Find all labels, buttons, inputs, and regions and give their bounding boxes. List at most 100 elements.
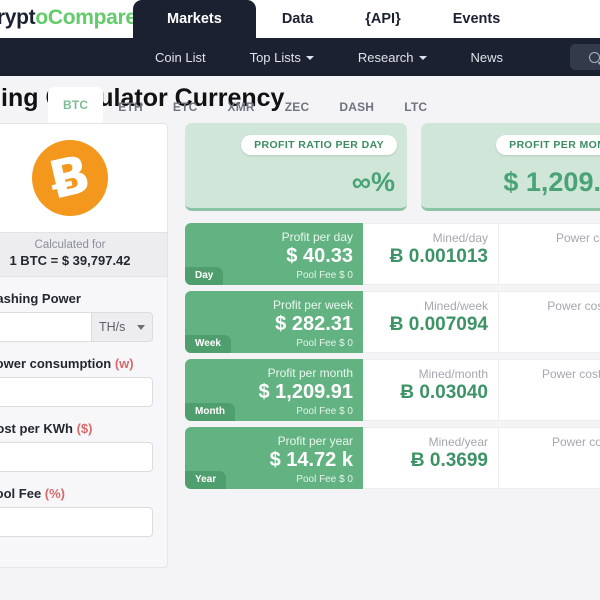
subnav-item-top-lists[interactable]: Top Lists <box>228 50 336 65</box>
chevron-down-icon <box>305 56 314 60</box>
mined-value: Ƀ 0.3699 <box>410 450 488 471</box>
coin-logo-card: Ƀ <box>0 123 168 233</box>
table-row: Profit per year $ 14.72 k Pool Fee $ 0 Y… <box>185 427 600 489</box>
profit-ratio-per-day-card: PROFIT RATIO PER DAY ∞% <box>185 123 407 211</box>
profit-value: $ 14.72 k <box>269 449 353 471</box>
pool-fee-value: Pool Fee $ 0 <box>296 270 353 281</box>
profit-value: $ 40.33 <box>286 245 353 267</box>
profit-cell-week: Profit per week $ 282.31 Pool Fee $ 0 We… <box>185 291 363 353</box>
subnav-item-news[interactable]: News <box>449 50 526 65</box>
power-consumption-text: Power consumption <box>0 356 112 371</box>
logo-highlight: oCompare <box>35 6 137 29</box>
period-badge-day: Day <box>185 267 224 285</box>
mined-value: Ƀ 0.001013 <box>389 246 488 267</box>
pool-fee-label: Pool Fee (%) <box>0 486 153 501</box>
power-consumption-label: Power consumption (w) <box>0 356 153 371</box>
search-input[interactable] <box>570 44 600 70</box>
cost-per-kwh-text: Cost per KWh <box>0 421 73 436</box>
secondary-navigation-bar: Coin List Top Lists Research News <box>0 38 600 76</box>
subnav-item-coin-list[interactable]: Coin List <box>133 50 228 65</box>
nav-item-data[interactable]: Data <box>256 0 339 38</box>
profit-label: Profit per year <box>277 434 353 448</box>
power-cost-cell-day: Power cost/day $ 0 <box>499 223 600 285</box>
power-cost-value: $ 0 <box>499 246 600 268</box>
hashing-power-row: TH/s <box>0 312 153 342</box>
period-badge-week: Week <box>185 335 231 353</box>
ratio-cards-row: PROFIT RATIO PER DAY ∞% PROFIT PER MONTH… <box>185 123 600 211</box>
power-cost-cell-year: Power cost/year $ 0 <box>499 427 600 489</box>
power-cost-value: $ 0 <box>499 382 600 404</box>
pool-fee-unit: (%) <box>44 486 66 501</box>
profit-value: $ 1,209.91 <box>258 381 353 403</box>
pool-fee-value: Pool Fee $ 0 <box>296 474 353 485</box>
secondary-nav: Coin List Top Lists Research News <box>133 38 525 76</box>
mined-label: Mined/year <box>428 435 488 449</box>
mined-label: Mined/week <box>423 299 488 313</box>
profit-label: Profit per week <box>272 298 353 312</box>
coin-tab-eth[interactable]: ETH <box>103 91 158 123</box>
coin-tab-bar: BTC ETH ETC XMR ZEC DASH LTC <box>48 87 442 123</box>
hashing-power-input[interactable] <box>0 312 91 342</box>
hashing-power-label: Hashing Power <box>0 291 81 306</box>
top-navigation-bar: CryptoCompare Markets Data {API} Events <box>0 0 600 38</box>
page-body: Mining Calculator Currency BTC ETH ETC X… <box>0 76 600 600</box>
nav-item-markets[interactable]: Markets <box>133 0 256 38</box>
nav-item-api[interactable]: {API} <box>339 0 426 38</box>
calculator-form: Hashing Power TH/s Power consumption (w)… <box>0 277 168 568</box>
profit-cell-day: Profit per day $ 40.33 Pool Fee $ 0 Day <box>185 223 363 285</box>
coin-tab-zec[interactable]: ZEC <box>270 91 325 123</box>
primary-nav: Markets Data {API} Events <box>133 0 526 38</box>
power-consumption-unit: (w) <box>114 356 134 371</box>
profit-per-month-value: $ 1,209.91 <box>503 167 600 197</box>
mined-cell-month: Mined/month Ƀ 0.03040 <box>363 359 499 421</box>
profit-per-month-pill: PROFIT PER MONTH <box>496 135 600 155</box>
profit-ratio-per-day-value: ∞% <box>351 167 395 197</box>
power-cost-cell-week: Power cost/week $ 0 <box>499 291 600 353</box>
mined-cell-week: Mined/week Ƀ 0.007094 <box>363 291 499 353</box>
mined-label: Mined/month <box>418 367 488 381</box>
power-cost-cell-month: Power cost/month $ 0 <box>499 359 600 421</box>
coin-tab-dash[interactable]: DASH <box>324 91 389 123</box>
page-header: Mining Calculator Currency BTC ETH ETC X… <box>0 76 600 123</box>
table-row: Profit per day $ 40.33 Pool Fee $ 0 Day … <box>185 223 600 285</box>
subnav-label: Top Lists <box>249 49 301 65</box>
cost-per-kwh-input[interactable] <box>0 442 153 472</box>
hashing-unit-value: TH/s <box>99 320 126 334</box>
subnav-label: Coin List <box>155 49 206 65</box>
mined-cell-day: Mined/day Ƀ 0.001013 <box>363 223 499 285</box>
profit-label: Profit per month <box>267 366 353 380</box>
search-icon <box>588 51 600 63</box>
power-cost-value: $ 0 <box>499 450 600 472</box>
subnav-label: News <box>470 49 504 65</box>
nav-item-events[interactable]: Events <box>427 0 527 38</box>
coin-tab-etc[interactable]: ETC <box>158 91 213 123</box>
power-consumption-input[interactable] <box>0 377 153 407</box>
power-cost-label: Power cost/day <box>555 231 600 245</box>
calculator-sidebar: Ƀ Calculated for 1 BTC = $ 39,797.42 Has… <box>0 123 168 568</box>
hashing-unit-select[interactable]: TH/s <box>91 312 153 342</box>
power-cost-label: Power cost/week <box>547 299 600 313</box>
power-cost-label: Power cost/year <box>551 435 600 449</box>
coin-tab-btc[interactable]: BTC <box>48 87 104 123</box>
results-panel: PROFIT RATIO PER DAY ∞% PROFIT PER MONTH… <box>185 123 600 495</box>
period-badge-month: Month <box>185 403 235 421</box>
calculated-for-value: 1 BTC = $ 39,797.42 <box>9 253 131 268</box>
pool-fee-value: Pool Fee $ 0 <box>296 406 353 417</box>
pool-fee-input[interactable] <box>0 507 153 537</box>
profit-value: $ 282.31 <box>275 313 353 335</box>
subnav-label: Research <box>357 49 414 65</box>
coin-tab-xmr[interactable]: XMR <box>212 91 269 123</box>
coin-tab-ltc[interactable]: LTC <box>389 91 442 123</box>
table-row: Profit per month $ 1,209.91 Pool Fee $ 0… <box>185 359 600 421</box>
bitcoin-icon: Ƀ <box>24 132 116 224</box>
cost-per-kwh-label: Cost per KWh ($) <box>0 421 153 436</box>
profit-label: Profit per day <box>281 230 353 244</box>
profit-per-month-card: PROFIT PER MONTH $ 1,209.91 <box>421 123 600 211</box>
power-cost-label: Power cost/month <box>541 367 600 381</box>
chevron-down-icon <box>418 56 427 60</box>
mined-cell-year: Mined/year Ƀ 0.3699 <box>363 427 499 489</box>
subnav-item-research[interactable]: Research <box>336 50 449 65</box>
mined-value: Ƀ 0.007094 <box>389 314 488 335</box>
chevron-down-icon <box>137 324 145 330</box>
site-logo[interactable]: CryptoCompare <box>0 6 137 30</box>
